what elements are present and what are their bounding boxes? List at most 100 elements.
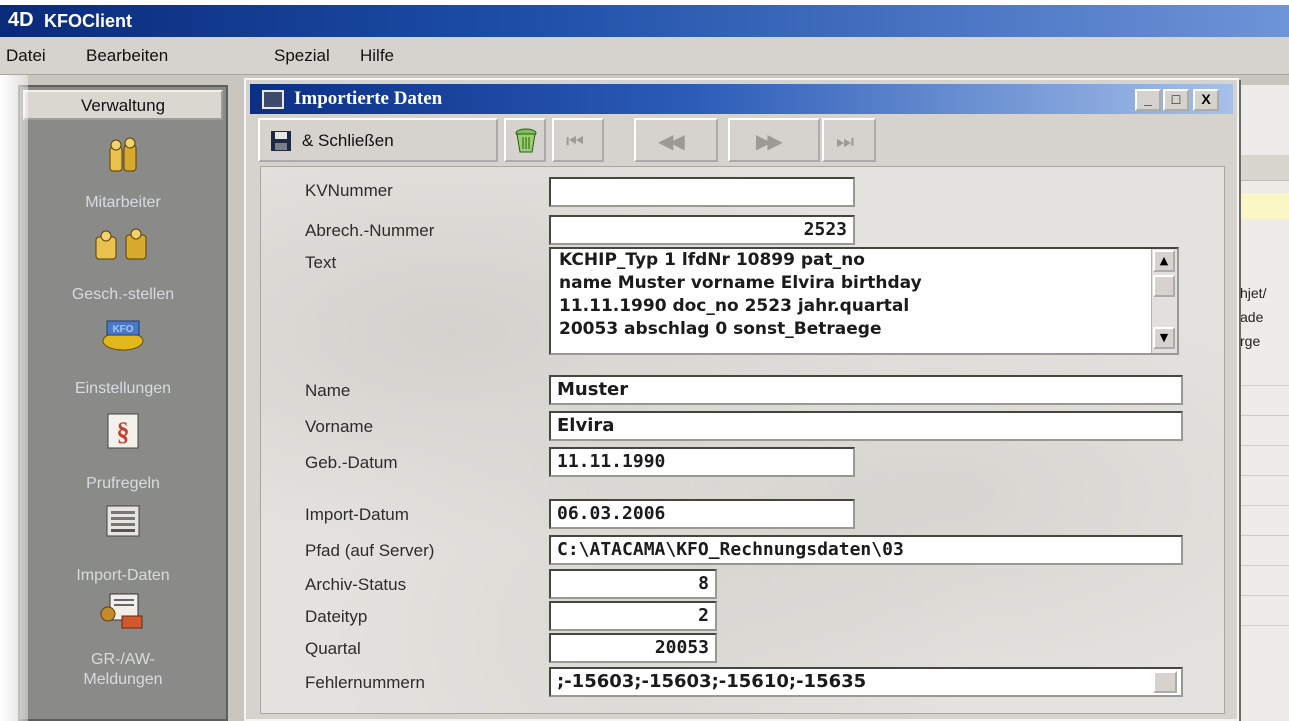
geb-datum-field[interactable]: 11.11.1990: [549, 447, 855, 477]
window-icon: [262, 90, 284, 109]
rules-icon: §: [107, 413, 139, 449]
dateityp-field[interactable]: 2: [549, 601, 717, 631]
kv-nummer-field[interactable]: [549, 177, 855, 207]
text-scrollbar[interactable]: ▲ ▼: [1151, 249, 1177, 353]
nav-item-label: Einstellungen: [74, 380, 172, 397]
menu-bearbeiten[interactable]: Bearbeiten: [86, 46, 168, 66]
minimize-button[interactable]: _: [1135, 89, 1161, 111]
record-form: KVNummer Abrech.-Nummer 2523 Text KCHIP_…: [260, 166, 1225, 714]
save-close-button[interactable]: & Schließen: [258, 118, 498, 162]
floppy-disk-icon: [271, 131, 291, 151]
bg-text-2: ade: [1240, 309, 1264, 325]
bg-text-3: rge: [1240, 333, 1261, 349]
employees-icon: [109, 137, 137, 172]
scroll-thumb[interactable]: [1153, 275, 1175, 297]
nav-item-einstellungen[interactable]: KFO Einstellungen: [20, 317, 226, 397]
fehlernummern-field[interactable]: ;-15603;-15603;-15610;-15635: [549, 667, 1183, 697]
branches-icon: [95, 228, 147, 260]
nav-header-tab[interactable]: Verwaltung: [23, 90, 223, 120]
menubar: Datei Bearbeiten Spezial Hilfe: [0, 37, 1289, 75]
geb-datum-label: Geb.-Datum: [305, 453, 398, 472]
archiv-status-field[interactable]: 8: [549, 569, 717, 599]
quartal-label: Quartal: [305, 639, 361, 658]
svg-text:§: §: [117, 417, 130, 446]
bg-rule: [1232, 565, 1289, 566]
next-record-button[interactable]: ▶▶: [728, 118, 820, 162]
save-close-label: & Schließen: [302, 131, 394, 150]
text-area-content: KCHIP_Typ 1 lfdNr 10899 pat_no name Must…: [559, 250, 922, 339]
nav-item-pruefregeln[interactable]: § Prufregeln: [20, 412, 226, 492]
bg-highlight-strip: [1232, 193, 1289, 219]
bg-text-1: hjet/: [1240, 285, 1267, 301]
nav-item-mitarbeiter[interactable]: Mitarbeiter: [20, 137, 226, 217]
bg-rule: [1232, 595, 1289, 596]
left-edge-fade: [0, 75, 28, 721]
app-logo-icon: 4D: [8, 9, 34, 31]
bg-rule: [1232, 505, 1289, 506]
dialog-toolbar: & Schließen ⏮ ◀◀ ▶▶ ⏭: [258, 118, 898, 164]
trash-can-icon: [515, 128, 537, 153]
first-record-button[interactable]: ⏮: [552, 118, 604, 162]
previous-record-icon: ◀◀: [658, 129, 685, 153]
nav-item-gr-aw-meldungen[interactable]: GR-/AW- Meldungen: [20, 592, 226, 702]
next-record-icon: ▶▶: [756, 129, 783, 153]
vorname-field[interactable]: Elvira: [549, 411, 1183, 441]
menu-datei[interactable]: Datei: [6, 46, 46, 66]
fehlernummern-dropdown-button[interactable]: [1153, 671, 1177, 693]
import-data-icon: [106, 505, 140, 537]
nav-item-label: Import-Daten: [76, 567, 170, 584]
scroll-up-icon[interactable]: ▲: [1153, 250, 1175, 272]
pfad-field[interactable]: C:\ATACAMA\KFO_Rechnungsdaten\03: [549, 535, 1183, 565]
import-datum-field[interactable]: 06.03.2006: [549, 499, 855, 529]
scroll-down-icon[interactable]: ▼: [1153, 327, 1175, 349]
svg-text:KFO: KFO: [112, 324, 133, 335]
background-window: hjet/ ade rge: [1232, 85, 1289, 721]
abrech-nummer-field[interactable]: 2523: [549, 215, 855, 245]
bg-header-strip: [1232, 155, 1289, 181]
nav-item-label: Mitarbeiter: [85, 194, 161, 211]
quartal-field[interactable]: 20053: [549, 633, 717, 663]
menu-spezial[interactable]: Spezial: [274, 46, 330, 66]
dialog-title: Importierte Daten: [294, 88, 443, 109]
dialog-titlebar[interactable]: Importierte Daten _ □ X: [250, 84, 1233, 114]
name-field[interactable]: Muster: [549, 375, 1183, 405]
name-label: Name: [305, 381, 351, 400]
import-datum-label: Import-Datum: [305, 505, 409, 524]
text-area[interactable]: KCHIP_Typ 1 lfdNr 10899 pat_no name Must…: [549, 247, 1179, 355]
archiv-status-label: Archiv-Status: [305, 575, 407, 594]
messages-icon: [100, 593, 143, 629]
bg-rule: [1232, 415, 1289, 416]
vorname-label: Vorname: [305, 417, 374, 436]
pfad-label: Pfad (auf Server): [305, 541, 435, 560]
bg-rule: [1232, 445, 1289, 446]
screen: 4D KFOClient Datei Bearbeiten Spezial Hi…: [0, 0, 1289, 721]
last-record-icon: ⏭: [836, 129, 854, 153]
menu-hilfe[interactable]: Hilfe: [360, 46, 394, 66]
bg-rule: [1232, 475, 1289, 476]
fehlernummern-label: Fehlernummern: [305, 673, 425, 692]
app-titlebar: 4D KFOClient: [0, 5, 1289, 37]
fehlernummern-value: ;-15603;-15603;-15610;-15635: [557, 671, 867, 692]
nav-item-label: Prufregeln: [86, 475, 160, 492]
close-button[interactable]: X: [1193, 89, 1219, 111]
app-title: KFOClient: [44, 11, 132, 31]
previous-record-button[interactable]: ◀◀: [634, 118, 718, 162]
import-data-dialog: Importierte Daten _ □ X & Schließen ⏮ ◀◀…: [244, 78, 1239, 721]
nav-item-import-daten[interactable]: Import-Daten: [20, 502, 226, 584]
navigation-panel: Verwaltung Mitarbeiter Gesch.-stellen KF…: [18, 85, 228, 721]
settings-icon: KFO: [102, 320, 144, 351]
text-label: Text: [305, 253, 337, 272]
bg-rule: [1232, 385, 1289, 386]
nav-item-label: GR-/AW- Meldungen: [83, 651, 163, 688]
bg-rule: [1232, 535, 1289, 536]
nav-item-geschaeftsstellen[interactable]: Gesch.-stellen: [20, 227, 226, 307]
bg-rule: [1232, 625, 1289, 626]
delete-button[interactable]: [504, 118, 546, 162]
last-record-button[interactable]: ⏭: [822, 118, 876, 162]
dateityp-label: Dateityp: [305, 607, 368, 626]
maximize-button[interactable]: □: [1163, 89, 1189, 111]
kv-nummer-label: KVNummer: [305, 181, 393, 200]
abrech-nummer-label: Abrech.-Nummer: [305, 221, 435, 240]
first-record-icon: ⏮: [566, 129, 584, 153]
nav-header-label: Verwaltung: [80, 96, 166, 115]
